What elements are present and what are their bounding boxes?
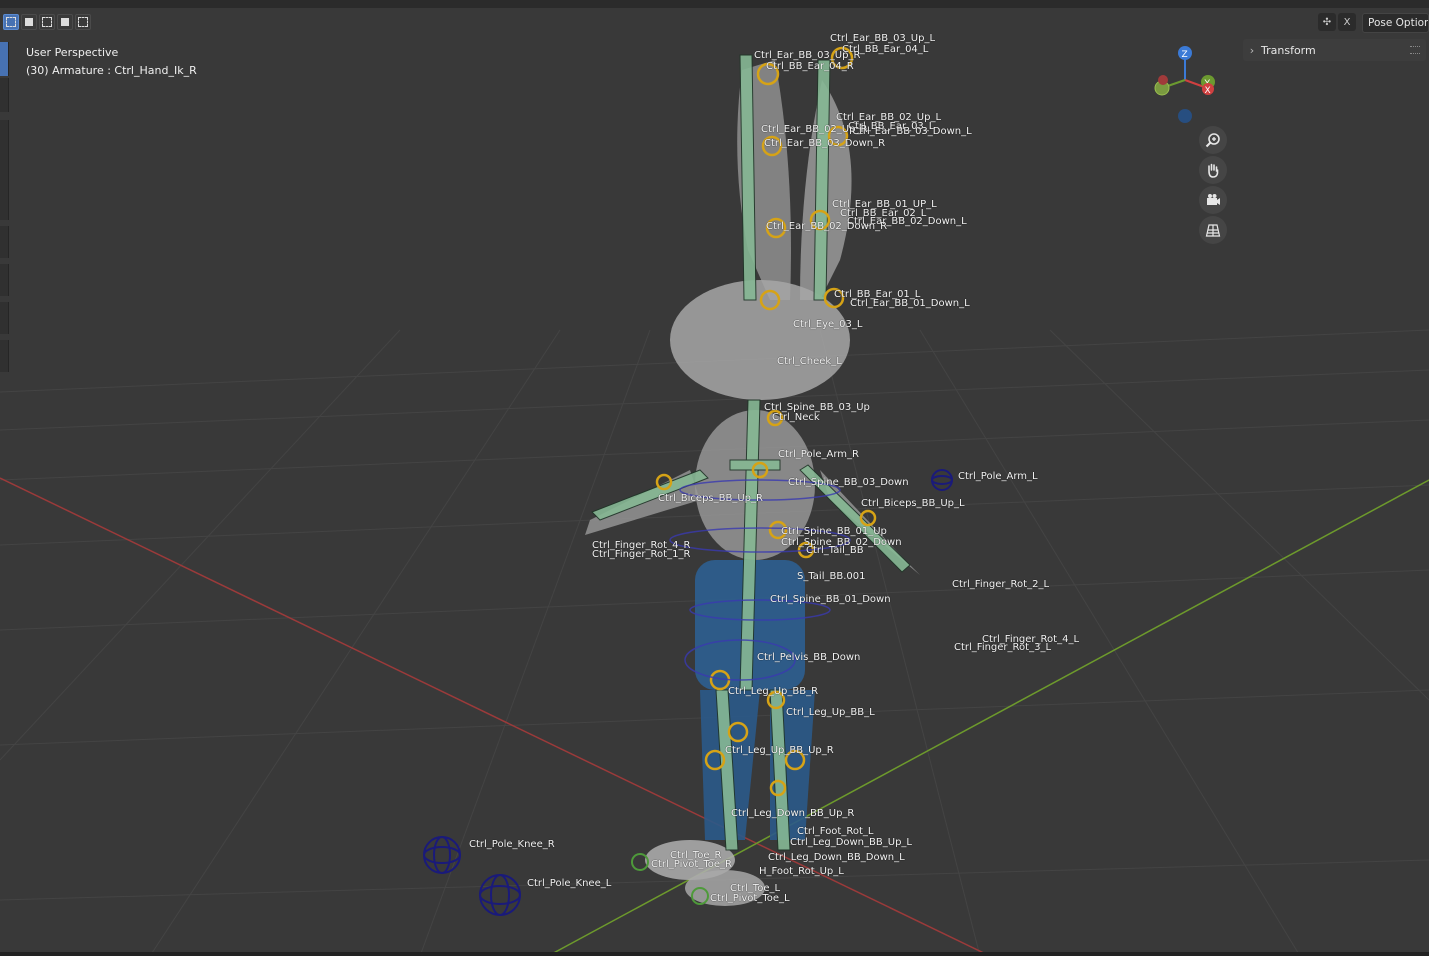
active-object-info: (30) Armature : Ctrl_Hand_Ik_R	[26, 64, 197, 77]
pole-knee-l-gizmo[interactable]	[479, 874, 521, 916]
bone-label[interactable]: Ctrl_Spine_BB_01_Down	[770, 595, 891, 605]
navigation-gizmo[interactable]: Z Y X	[1150, 40, 1220, 130]
view-name: User Perspective	[26, 46, 119, 59]
bone-label[interactable]: Ctrl_Biceps_BB_Up_L	[861, 499, 965, 509]
bone-label[interactable]: Ctrl_Ear_BB_03_Up_R	[754, 51, 860, 61]
xray-toggle[interactable]: ✣ X	[1318, 13, 1358, 33]
bone-label[interactable]: Ctrl_Pole_Knee_L	[527, 879, 611, 889]
bone-label[interactable]: Ctrl_Leg_Down_BB_Up_L	[790, 838, 912, 848]
bone-label[interactable]: Ctrl_Biceps_BB_Up_R	[658, 494, 763, 504]
tool-annotate[interactable]	[0, 226, 9, 258]
zoom-icon	[1205, 133, 1220, 148]
tool-cursor[interactable]	[0, 78, 9, 112]
bone-label[interactable]: Ctrl_BB_Ear_04_R	[766, 62, 854, 72]
select-subtract-icon[interactable]	[39, 14, 55, 30]
bone-label[interactable]: Ctrl_Finger_Rot_1_R	[592, 550, 690, 560]
gizmo-x-label: X	[1205, 86, 1211, 96]
camera-view-button[interactable]	[1199, 186, 1227, 214]
bone-label[interactable]: S_Tail_BB.001	[797, 572, 865, 582]
select-invert-icon[interactable]	[57, 14, 73, 30]
tool-pose[interactable]	[0, 302, 9, 334]
bone-label[interactable]: Ctrl_Pivot_Toe_L	[710, 894, 790, 904]
bone-label[interactable]: Ctrl_Foot_Rot_L	[797, 827, 873, 837]
pole-arm-l-gizmo[interactable]	[931, 469, 953, 491]
hand-icon	[1208, 163, 1219, 178]
viewport-header	[0, 0, 1429, 8]
bone-label[interactable]: Ctrl_Pole_Arm_L	[958, 472, 1038, 482]
bone-label[interactable]: Ctrl_Ear_BB_03_Down_L	[852, 127, 972, 137]
bone-label[interactable]: Ctrl_Spine_BB_03_Down	[788, 478, 909, 488]
viewport-bottom-border	[0, 952, 1429, 956]
pole-knee-r-gizmo[interactable]	[423, 836, 461, 874]
bone-label[interactable]: Ctrl_Ear_BB_03_Down_R	[764, 139, 885, 149]
perspective-toggle-button[interactable]	[1199, 216, 1227, 244]
bone-label[interactable]: Ctrl_Eye_03_L	[793, 320, 862, 330]
close-icon[interactable]: X	[1338, 13, 1356, 31]
bone-label[interactable]: Ctrl_Pole_Knee_R	[469, 840, 555, 850]
pan-button[interactable]	[1199, 156, 1227, 184]
bone-label[interactable]: Ctrl_Finger_Rot_3_L	[954, 643, 1051, 653]
bone-label[interactable]: Ctrl_Leg_Up_BB_L	[786, 708, 875, 718]
tool-relax[interactable]	[0, 340, 9, 372]
transform-panel-header[interactable]: › Transform	[1243, 39, 1426, 61]
3d-viewport[interactable]: User Perspective (30) Armature : Ctrl_Ha…	[0, 0, 1429, 956]
bone-label[interactable]: Ctrl_Pole_Arm_R	[778, 450, 859, 460]
bone-label[interactable]: Ctrl_Spine_BB_01_Up	[781, 527, 887, 537]
gizmo-neg-z-axis[interactable]	[1178, 109, 1192, 123]
pose-options-button[interactable]: Pose Options	[1362, 13, 1429, 33]
drag-handle-icon[interactable]	[1410, 46, 1420, 54]
bone-label[interactable]: Ctrl_Ear_BB_02_Down_R	[766, 222, 887, 232]
tool-select-box[interactable]	[0, 42, 9, 76]
bone-label[interactable]: Ctrl_Finger_Rot_2_L	[952, 580, 1049, 590]
bone-label[interactable]: H_Foot_Rot_Up_L	[759, 867, 844, 877]
bone-label[interactable]: Ctrl_Leg_Down_BB_Up_R	[731, 809, 854, 819]
tool-measure[interactable]	[0, 264, 9, 296]
select-new-icon[interactable]	[3, 14, 19, 30]
select-intersect-icon[interactable]	[75, 14, 91, 30]
gizmo-neg-x-axis[interactable]	[1158, 75, 1168, 85]
gizmo-z-label: Z	[1182, 50, 1188, 60]
bone-label[interactable]: Ctrl_Cheek_L	[777, 357, 842, 367]
xray-icon[interactable]: ✣	[1318, 13, 1336, 31]
zoom-button[interactable]	[1199, 126, 1227, 154]
bone-label[interactable]: Ctrl_Ear_BB_03_Up_L	[830, 34, 935, 44]
bone-label[interactable]: Ctrl_Tail_BB	[806, 546, 864, 556]
bone-label[interactable]: Ctrl_Pivot_Toe_R	[651, 860, 732, 870]
select-extend-icon[interactable]	[21, 14, 37, 30]
transform-panel-label: Transform	[1261, 43, 1316, 57]
camera-icon	[1207, 194, 1220, 205]
chevron-right-icon: ›	[1249, 43, 1255, 57]
tool-transform[interactable]	[0, 120, 9, 220]
bone-label[interactable]: Ctrl_Leg_Down_BB_Down_L	[768, 853, 905, 863]
select-mode-toolbar	[3, 14, 91, 30]
bone-label[interactable]: Ctrl_Pelvis_BB_Down	[757, 653, 860, 663]
bone-label[interactable]: Ctrl_Ear_BB_02_Up_R	[761, 125, 867, 135]
bone-label[interactable]: Ctrl_Leg_Up_BB_R	[728, 687, 818, 697]
bone-label[interactable]: Ctrl_Ear_BB_01_Down_L	[850, 299, 970, 309]
bone-label[interactable]: Ctrl_Neck	[772, 413, 820, 423]
bone-label[interactable]: Ctrl_Leg_Up_BB_Up_R	[725, 746, 834, 756]
viewport-info: User Perspective (30) Armature : Ctrl_Ha…	[26, 44, 197, 80]
grid-perspective-icon	[1205, 224, 1221, 237]
